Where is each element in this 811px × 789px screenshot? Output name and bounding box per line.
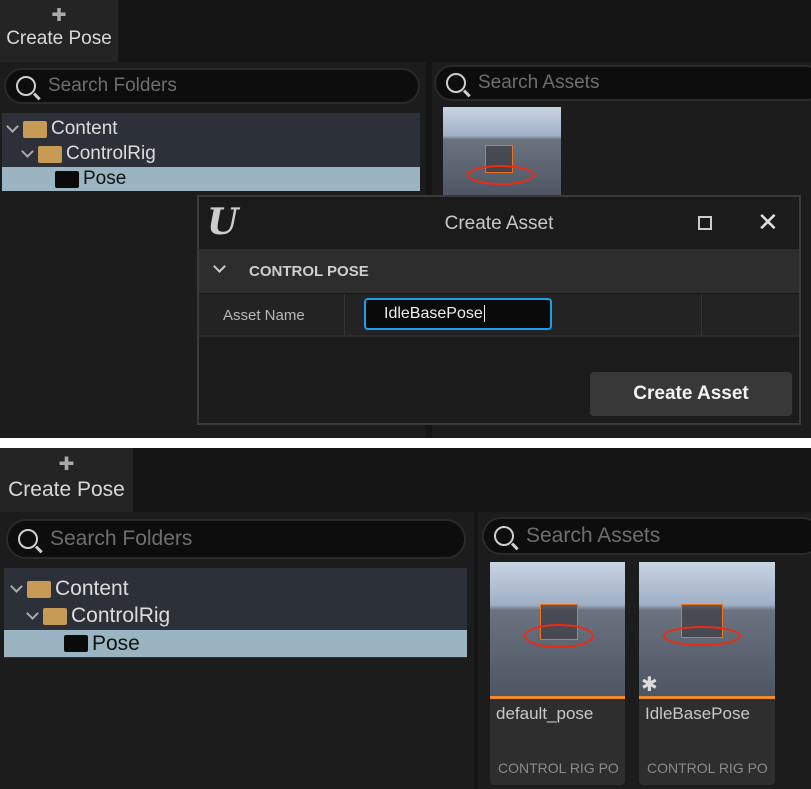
asset-name: IdleBasePose [645, 704, 750, 723]
tree-item-label: Pose [92, 631, 140, 655]
asset-thumbnail[interactable] [443, 107, 561, 197]
asset-card-default-pose[interactable]: default_pose CONTROL RIG PO [490, 562, 625, 785]
folder-open-icon [38, 145, 62, 163]
screenshot-after: 🞦 Create Pose Search Folders Content Con… [0, 448, 811, 789]
folder-icon [64, 635, 88, 652]
asset-name: default_pose [496, 704, 594, 723]
folder-open-icon [43, 607, 67, 625]
tree-item-controlrig[interactable]: ControlRig [2, 142, 420, 166]
folder-pane: Search Folders Content ControlRig Pose [0, 512, 474, 789]
search-folders-input[interactable]: Search Folders [4, 68, 420, 104]
maximize-icon[interactable] [698, 216, 712, 230]
tree-item-label: Content [51, 118, 118, 139]
search-assets-input[interactable]: Search Assets [482, 517, 811, 555]
person-add-icon: 🞦 [58, 452, 75, 475]
chevron-down-icon[interactable] [213, 260, 226, 273]
section-header-control-pose[interactable]: CONTROL POSE [199, 249, 799, 293]
folder-tree: Content ControlRig Pose [2, 113, 420, 191]
tree-item-label: ControlRig [71, 604, 171, 627]
asset-thumbnail: ✱ [639, 562, 775, 696]
create-pose-button[interactable]: 🞦 Create Pose [0, 448, 133, 512]
search-placeholder: Search Assets [526, 524, 661, 547]
dialog-title-bar[interactable]: U Create Asset ✕ [199, 197, 799, 249]
asset-thumbnail [490, 562, 625, 696]
asset-type: CONTROL RIG PO [498, 760, 619, 776]
search-assets-input[interactable]: Search Assets [434, 65, 811, 101]
create-pose-button[interactable]: 🞦 Create Pose [0, 0, 118, 62]
chevron-down-icon[interactable] [10, 580, 23, 593]
section-title: CONTROL POSE [249, 263, 369, 280]
search-placeholder: Search Folders [48, 75, 177, 96]
chevron-down-icon[interactable] [26, 607, 39, 620]
person-add-icon: 🞦 [51, 4, 67, 26]
new-asset-star-icon: ✱ [641, 674, 658, 696]
create-asset-button[interactable]: Create Asset [590, 372, 792, 416]
chevron-down-icon[interactable] [21, 145, 34, 158]
create-asset-dialog: U Create Asset ✕ CONTROL POSE Asset Name… [197, 195, 801, 425]
asset-name-value: IdleBasePose [384, 305, 483, 322]
screenshot-before: 🞦 Create Pose Search Folders Content Con… [0, 0, 811, 438]
search-folders-input[interactable]: Search Folders [6, 519, 466, 559]
create-pose-label: Create Pose [6, 28, 112, 49]
search-icon [16, 76, 36, 96]
tree-item-label: ControlRig [66, 143, 156, 164]
asset-name-label: Asset Name [223, 307, 305, 324]
search-icon [18, 529, 38, 549]
search-icon [446, 73, 466, 93]
tree-item-label: Pose [83, 168, 127, 189]
folder-icon [55, 170, 79, 188]
search-placeholder: Search Folders [50, 527, 193, 550]
asset-name-input[interactable]: IdleBasePose [364, 298, 552, 330]
search-icon [494, 526, 514, 546]
folder-open-icon [23, 120, 47, 138]
asset-name-row: Asset Name IdleBasePose [199, 294, 799, 337]
folder-tree: Content ControlRig Pose [4, 568, 467, 658]
tree-item-content[interactable]: Content [4, 576, 467, 602]
tree-item-controlrig[interactable]: ControlRig [4, 603, 467, 629]
tree-item-pose[interactable]: Pose [2, 167, 420, 191]
tree-item-pose[interactable]: Pose [4, 630, 467, 657]
tree-item-label: Content [55, 577, 129, 600]
folder-open-icon [27, 580, 51, 598]
close-icon[interactable]: ✕ [757, 207, 779, 238]
asset-type: CONTROL RIG PO [647, 760, 768, 776]
search-placeholder: Search Assets [478, 72, 600, 93]
asset-card-idlebasepose[interactable]: ✱ IdleBasePose CONTROL RIG PO [639, 562, 775, 785]
asset-pane: Search Assets default_pose CONTROL RIG P… [478, 512, 811, 789]
chevron-down-icon[interactable] [6, 120, 19, 133]
tree-item-content[interactable]: Content [2, 117, 420, 141]
create-pose-label: Create Pose [8, 478, 125, 501]
